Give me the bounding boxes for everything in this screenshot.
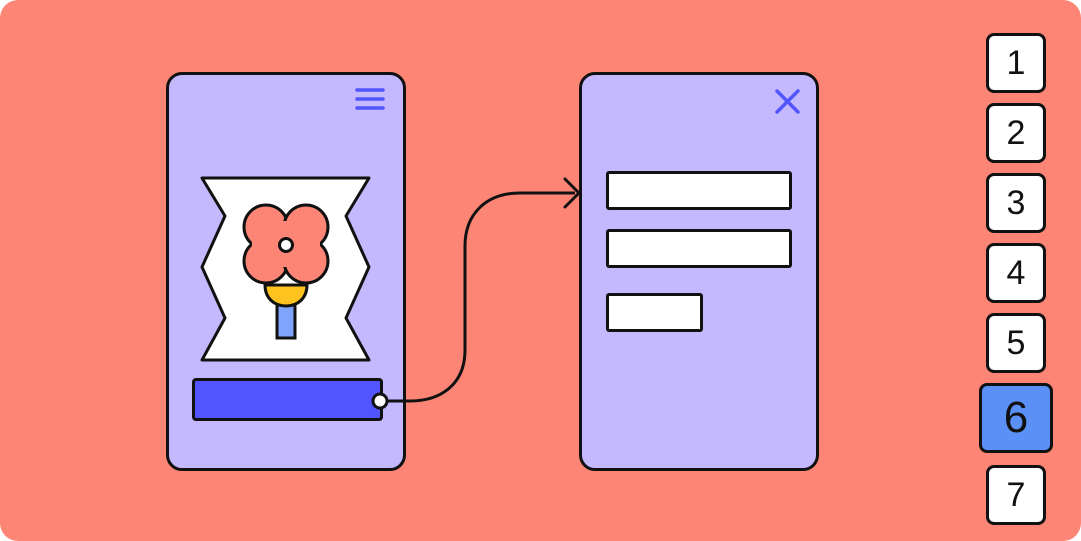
step-button-7[interactable]: 7: [986, 465, 1046, 525]
connector-origin-dot: [371, 392, 389, 410]
hamburger-menu-icon[interactable]: [355, 88, 385, 110]
step-button-1[interactable]: 1: [986, 33, 1046, 93]
diagram-graphics: [200, 88, 800, 410]
diagram-canvas: 1 2 3 4 5 6 7: [0, 0, 1081, 541]
step-button-2[interactable]: 2: [986, 103, 1046, 163]
connector-line: [387, 191, 575, 403]
step-button-5[interactable]: 5: [986, 313, 1046, 373]
flower-illustration: [200, 176, 371, 362]
step-button-3[interactable]: 3: [986, 173, 1046, 233]
step-button-4[interactable]: 4: [986, 243, 1046, 303]
close-x-icon[interactable]: [775, 89, 800, 114]
step-button-6[interactable]: 6: [979, 383, 1053, 453]
flower-stem: [275, 301, 297, 340]
flow-connector: [371, 177, 581, 410]
flower-center: [278, 237, 294, 253]
